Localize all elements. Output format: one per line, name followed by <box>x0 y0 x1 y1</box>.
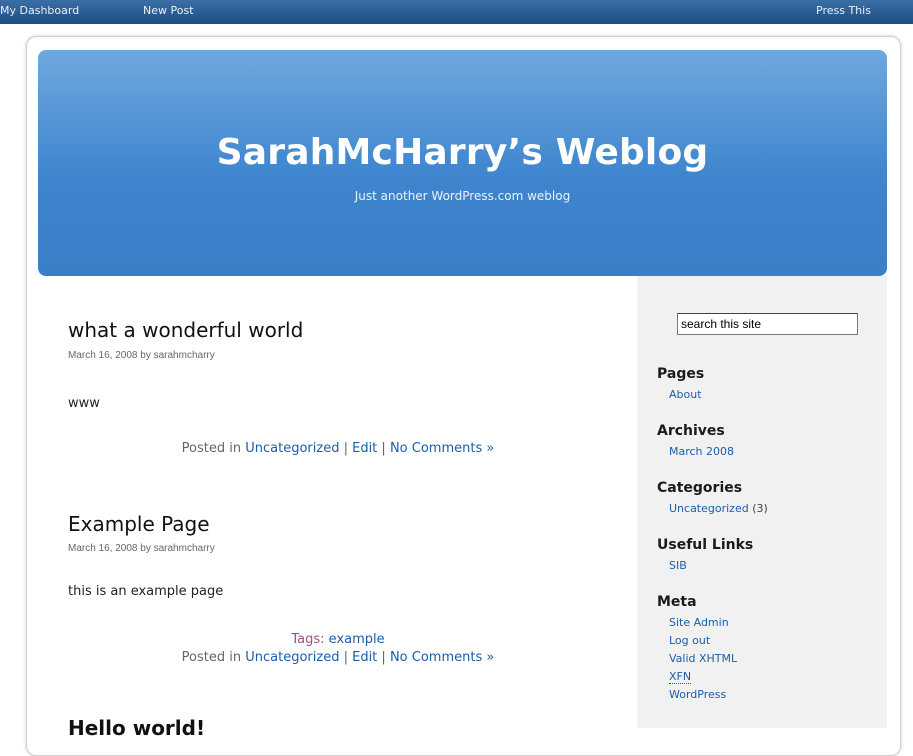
posted-in-label: Posted in <box>181 650 242 665</box>
sidebar-link-site-admin[interactable]: Site Admin <box>669 616 729 629</box>
post-body: this is an example page <box>68 584 224 599</box>
sidebar-link-valid-xhtml[interactable]: Valid XHTML <box>669 652 737 665</box>
edit-link[interactable]: Edit <box>352 650 377 665</box>
categories-heading: Categories <box>657 480 743 496</box>
comments-link[interactable]: No Comments » <box>390 441 494 456</box>
post-title[interactable]: what a wonderful world <box>68 318 303 342</box>
admin-bar: My Dashboard New Post Press This <box>0 0 913 24</box>
post-footer: Posted in Uncategorized | Edit | No Comm… <box>181 650 495 665</box>
sidebar-link-march-2008[interactable]: March 2008 <box>669 445 734 458</box>
tags-label: Tags: <box>291 632 325 647</box>
blog-header: SarahMcHarry’s Weblog Just another WordP… <box>38 50 887 276</box>
sidebar-link-uncategorized[interactable]: Uncategorized <box>669 502 749 515</box>
post-meta: March 16, 2008 by sarahmcharry <box>68 543 215 554</box>
comments-link[interactable]: No Comments » <box>390 650 494 665</box>
meta-heading: Meta <box>657 594 697 610</box>
post-footer: Posted in Uncategorized | Edit | No Comm… <box>181 441 495 456</box>
blog-tagline: Just another WordPress.com weblog <box>354 189 571 203</box>
my-dashboard-link[interactable]: My Dashboard <box>0 4 79 17</box>
post-title[interactable]: Hello world! <box>68 716 205 740</box>
tag-link[interactable]: example <box>329 632 385 647</box>
sidebar-category-item: Uncategorized (3) <box>669 502 768 515</box>
sidebar-link-sib[interactable]: SIB <box>669 559 687 572</box>
category-link[interactable]: Uncategorized <box>245 650 339 665</box>
sidebar-link-wordpress[interactable]: WordPress <box>669 688 726 701</box>
sidebar-link-about[interactable]: About <box>669 388 702 401</box>
post-meta: March 16, 2008 by sarahmcharry <box>68 350 215 361</box>
post-body: www <box>68 396 100 411</box>
post-tags: Tags: example <box>68 632 608 647</box>
new-post-link[interactable]: New Post <box>143 4 194 17</box>
archives-heading: Archives <box>657 423 725 439</box>
sidebar-link-log-out[interactable]: Log out <box>669 634 710 647</box>
category-link[interactable]: Uncategorized <box>245 441 339 456</box>
pages-heading: Pages <box>657 366 705 382</box>
post-title[interactable]: Example Page <box>68 512 210 536</box>
edit-link[interactable]: Edit <box>352 441 377 456</box>
blog-title[interactable]: SarahMcHarry’s Weblog <box>38 132 887 173</box>
sidebar-link-xfn[interactable]: XFN <box>669 670 692 684</box>
press-this-link[interactable]: Press This <box>816 4 871 17</box>
posted-in-label: Posted in <box>181 441 242 456</box>
search-input[interactable] <box>677 313 858 335</box>
category-count: (3) <box>752 502 768 515</box>
useful-links-heading: Useful Links <box>657 537 754 553</box>
